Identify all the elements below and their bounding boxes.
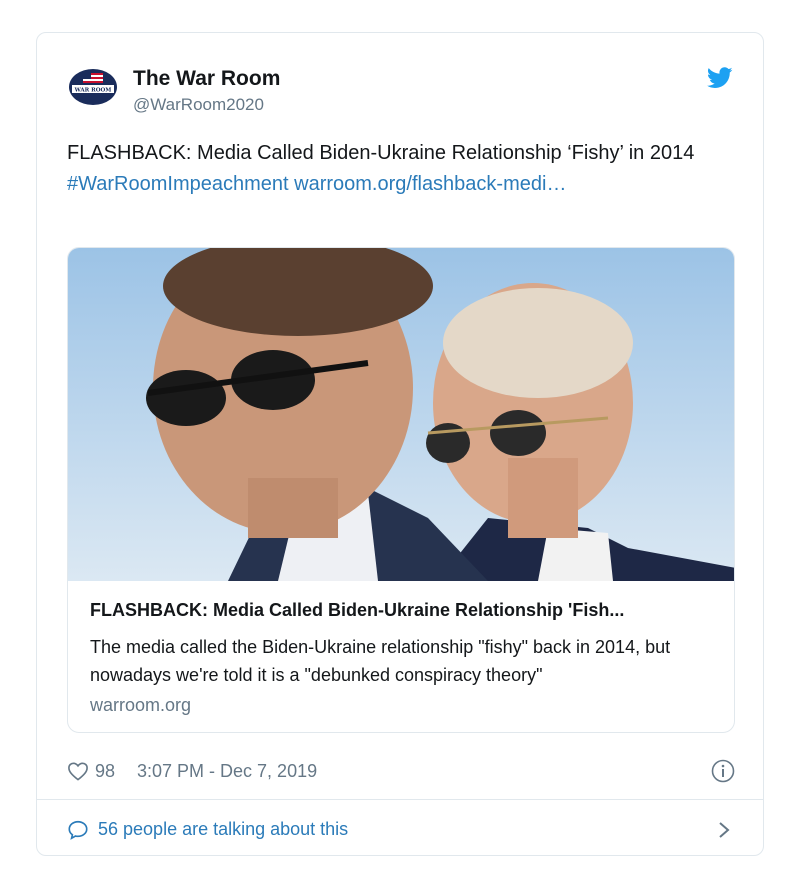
- author-handle[interactable]: @WarRoom2020: [133, 95, 264, 115]
- info-icon[interactable]: [711, 759, 735, 783]
- tweet-text: FLASHBACK: Media Called Biden-Ukraine Re…: [67, 138, 737, 200]
- chevron-right-icon[interactable]: [717, 821, 731, 839]
- hashtag-link[interactable]: #WarRoomImpeachment: [67, 173, 289, 195]
- twitter-bird-icon[interactable]: [707, 67, 733, 89]
- divider: [37, 799, 763, 800]
- conversation-link[interactable]: 56 people are talking about this: [67, 815, 737, 845]
- avatar[interactable]: WAR ROOM: [67, 67, 119, 119]
- timestamp[interactable]: 3:07 PM - Dec 7, 2019: [137, 761, 317, 782]
- card-description: The media called the Biden-Ukraine relat…: [90, 637, 671, 685]
- card-domain: warroom.org: [90, 695, 192, 715]
- author-name[interactable]: The War Room: [133, 67, 280, 91]
- card-title[interactable]: FLASHBACK: Media Called Biden-Ukraine Re…: [90, 600, 720, 621]
- card-image[interactable]: [68, 248, 735, 581]
- tweet-header: WAR ROOM The War Room @WarRoom2020: [37, 33, 763, 133]
- tweet-body: FLASHBACK: Media Called Biden-Ukraine Re…: [67, 142, 695, 164]
- embedded-tweet: WAR ROOM The War Room @WarRoom2020 FLASH…: [36, 32, 764, 856]
- talking-label[interactable]: 56 people are talking about this: [98, 819, 348, 840]
- comment-icon: [68, 820, 88, 840]
- article-link[interactable]: warroom.org/flashback-medi…: [294, 173, 566, 195]
- tweet-meta: 98 3:07 PM - Dec 7, 2019: [67, 757, 737, 787]
- like-count[interactable]: 98: [95, 761, 115, 782]
- link-card[interactable]: FLASHBACK: Media Called Biden-Ukraine Re…: [67, 247, 735, 733]
- heart-icon[interactable]: [67, 761, 89, 781]
- svg-text:WAR ROOM: WAR ROOM: [74, 88, 112, 94]
